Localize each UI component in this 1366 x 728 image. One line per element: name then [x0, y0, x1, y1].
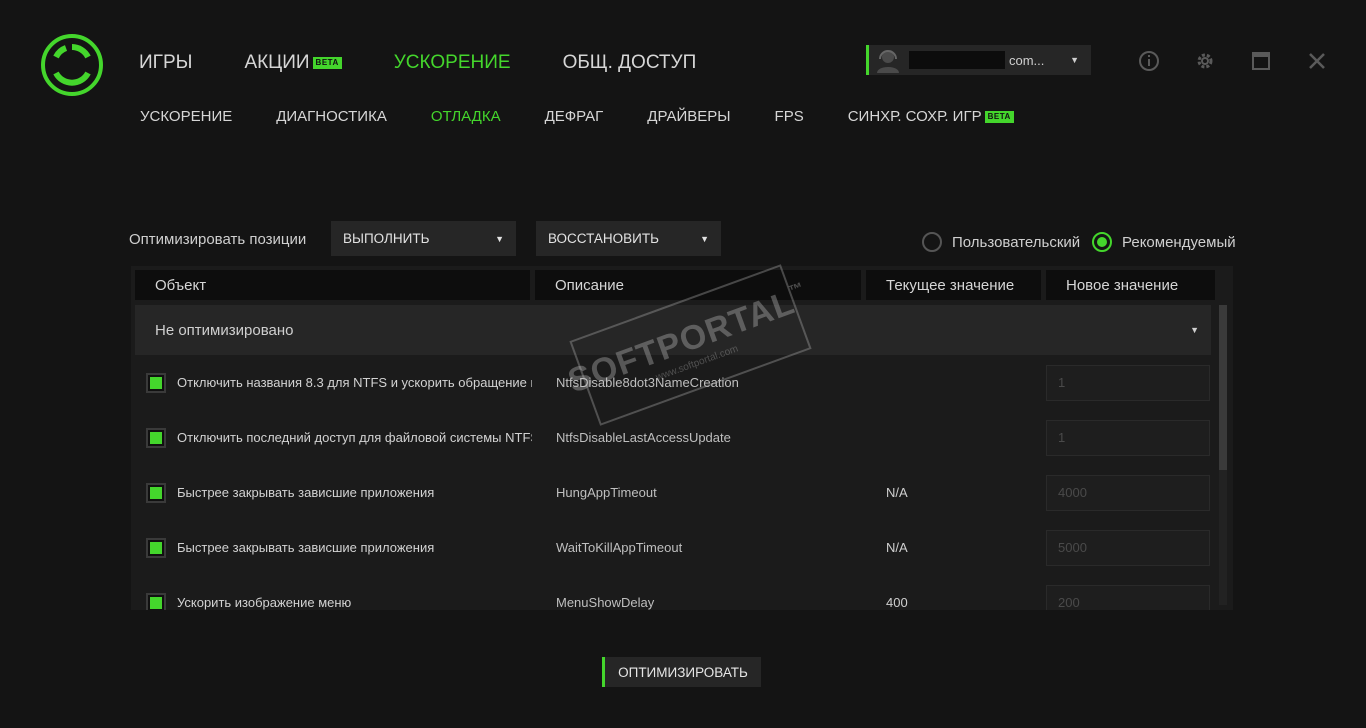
run-dropdown-value: ВЫПОЛНИТЬ: [343, 231, 430, 246]
row-description: MenuShowDelay: [556, 595, 655, 610]
group-not-optimized[interactable]: Не оптимизировано ▼: [135, 305, 1211, 355]
top-nav-label: ИГРЫ: [139, 52, 193, 73]
radio-custom-label: Пользовательский: [952, 233, 1081, 251]
row-new-value-field[interactable]: 1: [1046, 419, 1210, 456]
account-dropdown[interactable]: com... ▼: [866, 45, 1091, 75]
tab-fps[interactable]: FPS: [775, 108, 804, 125]
row-name: Ускорить изображение меню: [177, 595, 352, 610]
row-description: NtfsDisableLastAccessUpdate: [556, 430, 731, 445]
radio-button[interactable]: [922, 232, 942, 252]
row-current-value: 400: [886, 595, 908, 610]
row-checkbox[interactable]: [146, 372, 166, 393]
chevron-down-icon: ▼: [1190, 325, 1199, 335]
tab-label: FPS: [774, 108, 804, 125]
group-label: Не оптимизировано: [155, 321, 294, 339]
sub-nav: УСКОРЕНИЕ ДИАГНОСТИКА ОТЛАДКА ДЕФРАГ ДРА…: [140, 108, 1058, 125]
row-checkbox[interactable]: [146, 537, 166, 558]
optimize-button[interactable]: ОПТИМИЗИРОВАТЬ: [602, 657, 761, 687]
column-header-current[interactable]: Текущее значение: [866, 270, 1041, 300]
info-icon[interactable]: [1137, 49, 1161, 73]
row-description: WaitToKillAppTimeout: [556, 540, 683, 555]
chevron-down-icon: ▼: [1070, 55, 1079, 65]
tab-diagnostics[interactable]: ДИАГНОСТИКА: [276, 108, 387, 125]
row-name: Быстрее закрывать зависшие приложения: [177, 540, 435, 555]
avatar: [875, 47, 901, 73]
row-name: Отключить последний доступ для файловой …: [177, 430, 532, 445]
column-header-description[interactable]: Описание: [535, 270, 861, 300]
tab-label: СИНХР. СОХР. ИГР: [847, 108, 982, 125]
row-current-value: N/A: [886, 540, 908, 555]
row-name: Быстрее закрывать зависшие приложения: [177, 485, 435, 500]
tab-boost[interactable]: УСКОРЕНИЕ: [140, 108, 232, 125]
row-description: HungAppTimeout: [556, 485, 657, 500]
tab-label: ДИАГНОСТИКА: [276, 108, 387, 125]
row-checkbox[interactable]: [146, 482, 166, 503]
top-nav-share[interactable]: ОБЩ. ДОСТУП: [563, 52, 697, 74]
table-scrollbar[interactable]: [1219, 305, 1227, 605]
tab-debug[interactable]: ОТЛАДКА: [431, 108, 501, 125]
tab-label: ДЕФРАГ: [544, 108, 604, 125]
row-checkbox[interactable]: [146, 427, 166, 448]
row-description: NtfsDisable8dot3NameCreation: [556, 375, 739, 390]
top-nav-label: ОБЩ. ДОСТУП: [562, 52, 697, 73]
top-nav-label: АКЦИИ: [244, 52, 310, 73]
run-dropdown[interactable]: ВЫПОЛНИТЬ ▼: [331, 221, 516, 256]
row-name: Отключить названия 8.3 для NTFS и ускори…: [177, 375, 532, 390]
tab-drivers[interactable]: ДРАЙВЕРЫ: [647, 108, 730, 125]
top-nav-deals[interactable]: АКЦИИ BETA: [244, 52, 342, 74]
optimize-button-label: ОПТИМИЗИРОВАТЬ: [618, 664, 748, 680]
column-header-new[interactable]: Новое значение: [1046, 270, 1215, 300]
table-row: Быстрее закрывать зависшие приложения Wa…: [135, 520, 1211, 575]
radio-button[interactable]: [1092, 232, 1112, 252]
optimize-items-label: Оптимизировать позиции: [129, 231, 307, 248]
tab-game-sync[interactable]: СИНХР. СОХР. ИГР BETA: [848, 108, 1014, 125]
restore-dropdown-value: ВОССТАНОВИТЬ: [548, 231, 659, 246]
beta-badge: BETA: [984, 110, 1014, 123]
restore-dropdown[interactable]: ВОССТАНОВИТЬ ▼: [536, 221, 721, 256]
top-nav-boost[interactable]: УСКОРЕНИЕ: [394, 52, 511, 74]
gear-icon[interactable]: [1193, 49, 1217, 73]
tweaks-table: Объект Описание Текущее значение Новое з…: [131, 266, 1233, 610]
radio-recommended-label: Рекомендуемый: [1122, 233, 1236, 251]
radio-custom[interactable]: Пользовательский: [922, 232, 1080, 252]
table-row: Быстрее закрывать зависшие приложения Hu…: [135, 465, 1211, 520]
row-current-value: N/A: [886, 485, 908, 500]
tab-label: ДРАЙВЕРЫ: [647, 108, 731, 125]
table-row: Ускорить изображение меню MenuShowDelay …: [135, 575, 1211, 610]
row-new-value-field[interactable]: 5000: [1046, 529, 1210, 566]
maximize-icon[interactable]: [1249, 49, 1273, 73]
row-checkbox[interactable]: [146, 592, 166, 610]
app-logo-icon: [40, 33, 104, 97]
close-icon[interactable]: [1305, 49, 1329, 73]
top-nav-label: УСКОРЕНИЕ: [393, 52, 511, 73]
row-new-value-field[interactable]: 4000: [1046, 474, 1210, 511]
column-header-object[interactable]: Объект: [135, 270, 530, 300]
row-new-value-field[interactable]: 200: [1046, 584, 1210, 610]
table-header: Объект Описание Текущее значение Новое з…: [135, 270, 1220, 300]
tab-defrag[interactable]: ДЕФРАГ: [545, 108, 604, 125]
table-row: Отключить последний доступ для файловой …: [135, 410, 1211, 465]
beta-badge: BETA: [312, 57, 342, 69]
radio-recommended[interactable]: Рекомендуемый: [1092, 232, 1236, 252]
table-rows: Отключить названия 8.3 для NTFS и ускори…: [135, 355, 1211, 610]
top-nav: ИГРЫ АКЦИИ BETA УСКОРЕНИЕ ОБЩ. ДОСТУП: [139, 52, 748, 74]
chevron-down-icon: ▼: [495, 233, 504, 244]
account-name-suffix: com...: [1009, 52, 1045, 68]
tab-label: ОТЛАДКА: [430, 108, 501, 125]
window-controls: [1137, 49, 1329, 73]
account-name-redacted: [909, 51, 1005, 69]
table-row: Отключить названия 8.3 для NTFS и ускори…: [135, 355, 1211, 410]
top-nav-games[interactable]: ИГРЫ: [139, 52, 192, 74]
row-new-value-field[interactable]: 1: [1046, 364, 1210, 401]
chevron-down-icon: ▼: [700, 233, 709, 244]
scrollbar-thumb[interactable]: [1219, 305, 1227, 470]
tab-label: УСКОРЕНИЕ: [140, 108, 233, 125]
